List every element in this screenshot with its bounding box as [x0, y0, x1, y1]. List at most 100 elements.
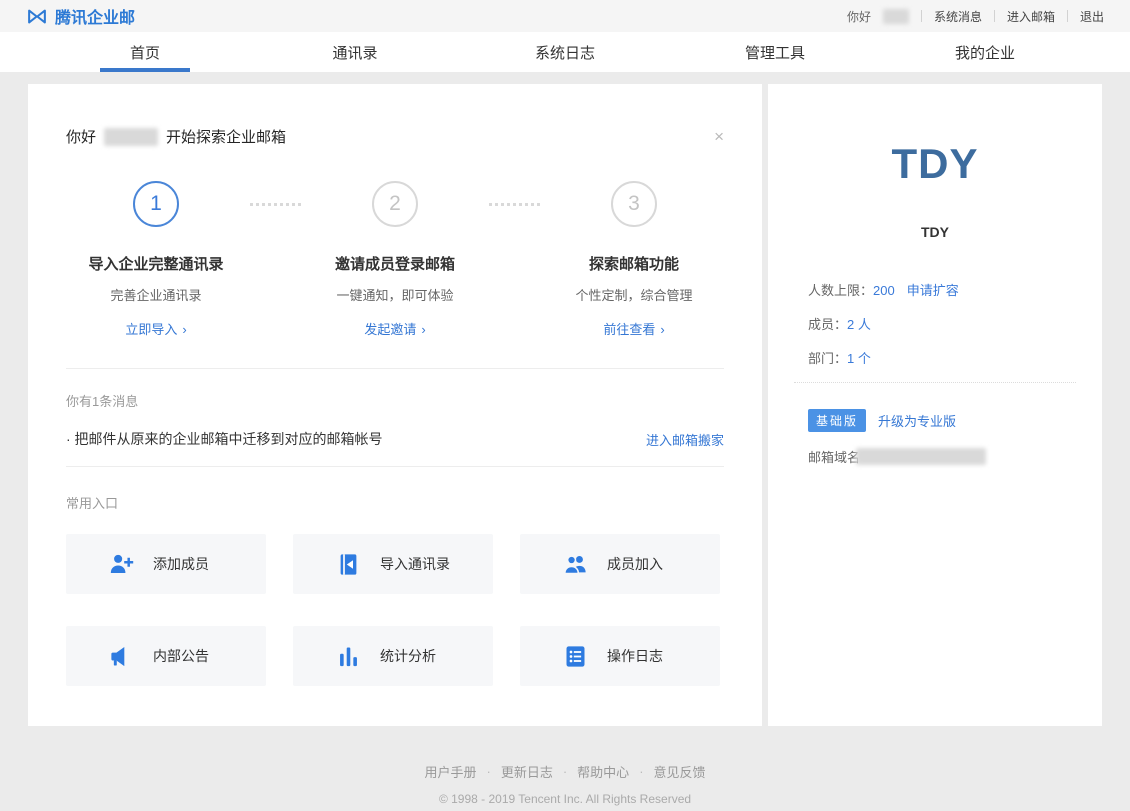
- logout-link[interactable]: 退出: [1080, 8, 1104, 25]
- step-connector: [250, 203, 301, 206]
- step-number-badge: 1: [133, 181, 179, 227]
- tile-label: 添加成员: [153, 554, 209, 574]
- username-redacted: [104, 128, 158, 146]
- copyright: © 1998 - 2019 Tencent Inc. All Rights Re…: [0, 792, 1130, 806]
- welcome-prefix: 你好: [66, 126, 96, 147]
- operation-log-tile[interactable]: 操作日志: [520, 626, 720, 686]
- departments-stat: 部门：1 个: [808, 348, 1062, 367]
- username-redacted: [883, 9, 909, 24]
- onboarding-card: 你好 开始探索企业邮箱 × 1 导入企业完整通讯录 完善企业通讯录 立即导入› …: [28, 84, 762, 726]
- separator: [921, 10, 922, 22]
- tile-label: 导入通讯录: [380, 554, 450, 574]
- company-name-large: TDY: [768, 84, 1102, 188]
- statistics-tile[interactable]: 统计分析: [293, 626, 493, 686]
- bar-chart-icon: [335, 643, 362, 670]
- topbar: 腾讯企业邮 你好 系统消息 进入邮箱 退出: [0, 0, 1130, 32]
- onboarding-steps: 1 导入企业完整通讯录 完善企业通讯录 立即导入› 2 邀请成员登录邮箱 一键通…: [66, 181, 724, 338]
- welcome-title: 你好 开始探索企业邮箱: [66, 126, 286, 147]
- divider: [66, 368, 724, 369]
- help-center-link[interactable]: 帮助中心: [577, 762, 629, 781]
- tab-admin-tools[interactable]: 管理工具: [670, 32, 880, 72]
- exmail-logo-icon: [26, 7, 48, 26]
- changelog-link[interactable]: 更新日志: [501, 762, 553, 781]
- tile-label: 成员加入: [607, 554, 663, 574]
- chevron-right-icon: ›: [421, 322, 425, 337]
- log-list-icon: [562, 643, 589, 670]
- dotted-divider: [794, 382, 1076, 383]
- go-view-link[interactable]: 前往查看›: [546, 319, 722, 338]
- step-import-contacts: 1 导入企业完整通讯录 完善企业通讯录 立即导入›: [68, 181, 244, 338]
- system-messages-link[interactable]: 系统消息: [934, 8, 982, 25]
- user-manual-link[interactable]: 用户手册: [424, 762, 476, 781]
- company-name-small: TDY: [768, 224, 1102, 240]
- person-plus-icon: [108, 551, 135, 578]
- step-explore-features: 3 探索邮箱功能 个性定制，综合管理 前往查看›: [546, 181, 722, 338]
- stat-label: 成员：: [808, 317, 847, 332]
- member-join-tile[interactable]: 成员加入: [520, 534, 720, 594]
- expand-capacity-link[interactable]: 申请扩容: [907, 283, 959, 298]
- message-item: · 把邮件从原来的企业邮箱中迁移到对应的邮箱帐号 进入邮箱搬家: [66, 429, 724, 449]
- separator: [1067, 10, 1068, 22]
- topbar-right: 你好 系统消息 进入邮箱 退出: [847, 8, 1104, 25]
- stat-value[interactable]: 1 个: [847, 351, 871, 366]
- feedback-link[interactable]: 意见反馈: [654, 762, 706, 781]
- megaphone-icon: [108, 643, 135, 670]
- step-description: 一键通知，即可体验: [307, 285, 483, 304]
- internal-announcement-tile[interactable]: 内部公告: [66, 626, 266, 686]
- add-member-tile[interactable]: 添加成员: [66, 534, 266, 594]
- company-stats: 人数上限：200 申请扩容 成员：2 人 部门：1 个: [768, 280, 1102, 367]
- shortcuts-grid: 添加成员 导入通讯录: [66, 534, 724, 686]
- mailbox-migrate-link[interactable]: 进入邮箱搬家: [646, 430, 724, 449]
- separator: [994, 10, 995, 22]
- domain-redacted: [856, 448, 986, 465]
- tab-my-company[interactable]: 我的企业: [880, 32, 1090, 72]
- people-icon: [562, 551, 589, 578]
- messages-heading: 你有1条消息: [66, 391, 724, 410]
- step-title: 邀请成员登录邮箱: [307, 253, 483, 274]
- plan-row: 基础版 升级为专业版: [768, 409, 1102, 432]
- import-contacts-tile[interactable]: 导入通讯录: [293, 534, 493, 594]
- tab-home[interactable]: 首页: [40, 32, 250, 72]
- close-icon[interactable]: ×: [714, 128, 724, 145]
- dot-separator: ·: [639, 764, 643, 779]
- tile-label: 操作日志: [607, 646, 663, 666]
- stat-value[interactable]: 2 人: [847, 317, 871, 332]
- main-nav: 首页 通讯录 系统日志 管理工具 我的企业: [0, 32, 1130, 72]
- stat-label: 人数上限：: [808, 283, 873, 298]
- message-text: · 把邮件从原来的企业邮箱中迁移到对应的邮箱帐号: [66, 429, 383, 449]
- step-number-badge: 3: [611, 181, 657, 227]
- step-number-badge: 2: [372, 181, 418, 227]
- content-area: 你好 开始探索企业邮箱 × 1 导入企业完整通讯录 完善企业通讯录 立即导入› …: [0, 72, 1130, 726]
- greeting-label: 你好: [847, 8, 871, 25]
- import-now-link[interactable]: 立即导入›: [68, 319, 244, 338]
- book-import-icon: [335, 551, 362, 578]
- stat-label: 部门：: [808, 351, 847, 366]
- tile-label: 内部公告: [153, 646, 209, 666]
- member-limit-stat: 人数上限：200 申请扩容: [808, 280, 1062, 299]
- step-description: 个性定制，综合管理: [546, 285, 722, 304]
- step-title: 导入企业完整通讯录: [68, 253, 244, 274]
- plan-badge: 基础版: [808, 409, 866, 432]
- dot-separator: ·: [563, 764, 567, 779]
- footer-links: 用户手册 · 更新日志 · 帮助中心 · 意见反馈: [0, 762, 1130, 781]
- send-invite-link[interactable]: 发起邀请›: [307, 319, 483, 338]
- upgrade-pro-link[interactable]: 升级为专业版: [878, 411, 956, 430]
- app-logo-text: 腾讯企业邮: [55, 4, 135, 28]
- tile-label: 统计分析: [380, 646, 436, 666]
- app-logo[interactable]: 腾讯企业邮: [26, 4, 135, 28]
- mail-domain-row: 邮箱域名: [768, 447, 1102, 466]
- enter-mailbox-link[interactable]: 进入邮箱: [1007, 8, 1055, 25]
- page-footer: 用户手册 · 更新日志 · 帮助中心 · 意见反馈 © 1998 - 2019 …: [0, 762, 1130, 806]
- step-connector: [489, 203, 540, 206]
- step-invite-members: 2 邀请成员登录邮箱 一键通知，即可体验 发起邀请›: [307, 181, 483, 338]
- welcome-header: 你好 开始探索企业邮箱 ×: [66, 84, 724, 147]
- company-info-card: TDY TDY 人数上限：200 申请扩容 成员：2 人 部门：1 个 基础版 升…: [768, 84, 1102, 726]
- tab-contacts[interactable]: 通讯录: [250, 32, 460, 72]
- chevron-right-icon: ›: [660, 322, 664, 337]
- divider: [66, 466, 724, 467]
- members-stat: 成员：2 人: [808, 314, 1062, 333]
- tab-system-log[interactable]: 系统日志: [460, 32, 670, 72]
- step-title: 探索邮箱功能: [546, 253, 722, 274]
- welcome-suffix: 开始探索企业邮箱: [166, 126, 286, 147]
- stat-value: 200: [873, 283, 895, 298]
